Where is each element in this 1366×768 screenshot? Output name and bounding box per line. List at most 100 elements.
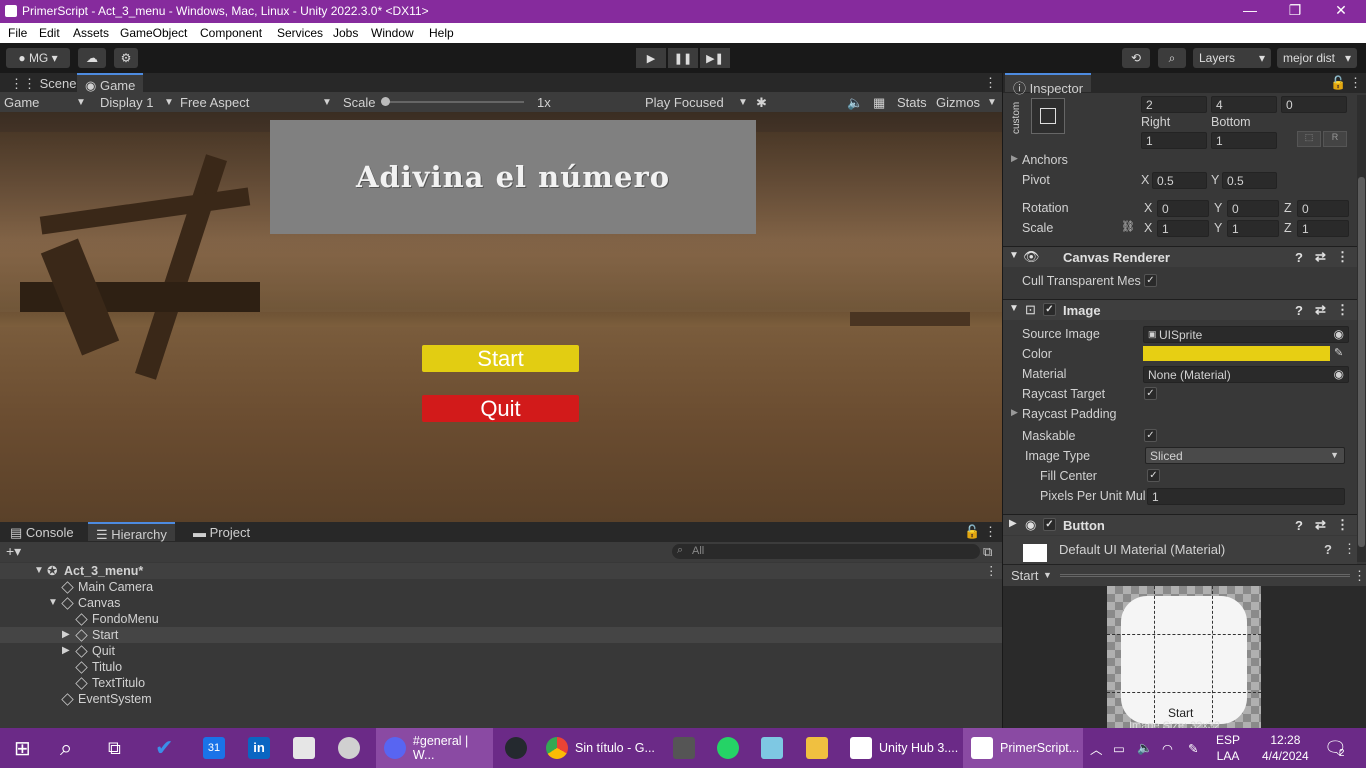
calculator-icon[interactable] bbox=[673, 728, 702, 768]
hierarchy-row[interactable]: Main Camera bbox=[0, 579, 1002, 595]
history-icon[interactable]: ⟲ bbox=[1122, 48, 1150, 68]
preview-drag-handle[interactable] bbox=[1060, 574, 1350, 577]
preset-icon[interactable]: ⇄ bbox=[1315, 302, 1326, 318]
rect-field-2[interactable]: 4 bbox=[1211, 96, 1277, 113]
minimize-icon[interactable]: — bbox=[1240, 2, 1260, 18]
expand-arrow-icon[interactable]: ▶ bbox=[62, 645, 70, 656]
tab-console[interactable]: ▤ Console bbox=[2, 522, 82, 541]
menu-window[interactable]: Window bbox=[371, 26, 414, 40]
game-mode-dropdown[interactable]: Game bbox=[4, 95, 39, 110]
pivot-y-field[interactable]: 0.5 bbox=[1222, 172, 1277, 189]
language-indicator[interactable]: ESP LAA bbox=[1216, 728, 1240, 768]
hierarchy-scene-row[interactable]: ▼ ✪ Act_3_menu* ⋮ bbox=[0, 563, 1002, 579]
tab-scene[interactable]: ⋮⋮ Scene bbox=[2, 73, 85, 92]
menu-services[interactable]: Services bbox=[277, 26, 323, 40]
foldout-arrow-icon[interactable]: ▶ bbox=[1011, 407, 1018, 418]
linkedin-icon[interactable]: in bbox=[248, 728, 277, 768]
panel-menu-icon[interactable]: ⋮ bbox=[984, 75, 997, 91]
notes-icon[interactable] bbox=[761, 728, 790, 768]
expand-arrow-icon[interactable]: ▶ bbox=[62, 629, 70, 640]
hierarchy-row[interactable]: ▶ Quit bbox=[0, 643, 1002, 659]
foldout-arrow-icon[interactable]: ▼ bbox=[1009, 250, 1019, 261]
scale-slider-thumb[interactable] bbox=[381, 97, 390, 106]
preset-icon[interactable]: ⇄ bbox=[1315, 517, 1326, 533]
menu-assets[interactable]: Assets bbox=[73, 26, 109, 40]
chevron-up-icon[interactable]: ︿ bbox=[1090, 728, 1103, 768]
image-enabled-checkbox[interactable]: ✓ bbox=[1043, 303, 1056, 316]
help-icon[interactable]: ? bbox=[1295, 250, 1303, 265]
foldout-arrow-icon[interactable]: ▶ bbox=[1009, 518, 1017, 529]
help-icon[interactable]: ? bbox=[1324, 542, 1332, 557]
hierarchy-search-input[interactable]: ⌕ All bbox=[672, 544, 980, 559]
task-view-icon[interactable]: ⧉ bbox=[108, 728, 121, 768]
cull-transparent-checkbox[interactable]: ✓ bbox=[1144, 274, 1157, 287]
button-header[interactable]: ▶ ◉ ✓ Button ? ⇄ ⋮ bbox=[1003, 514, 1357, 535]
play-button[interactable]: ▶ bbox=[636, 48, 666, 68]
link-icon[interactable]: ⛓ bbox=[1121, 220, 1135, 233]
pen-icon[interactable]: ✎ bbox=[1188, 728, 1198, 768]
component-menu-icon[interactable]: ⋮ bbox=[1336, 249, 1349, 265]
inspector-scrollbar[interactable] bbox=[1357, 95, 1366, 562]
maskable-checkbox[interactable]: ✓ bbox=[1144, 429, 1157, 442]
eyedropper-icon[interactable]: ✎ bbox=[1334, 346, 1343, 359]
scale-slider[interactable] bbox=[384, 101, 524, 103]
rotation-y-field[interactable]: 0 bbox=[1227, 200, 1279, 217]
blueprint-mode-button[interactable]: ⬚ bbox=[1297, 131, 1321, 147]
scale-z-field[interactable]: 1 bbox=[1297, 220, 1349, 237]
filter-icon[interactable]: ⧉ bbox=[983, 544, 992, 560]
image-type-dropdown[interactable]: Sliced ▼ bbox=[1145, 447, 1345, 464]
object-picker-icon[interactable]: ◉ bbox=[1334, 367, 1344, 381]
foldout-arrow-icon[interactable]: ▼ bbox=[1009, 303, 1019, 314]
notification-center-icon[interactable]: 🗨 2 bbox=[1324, 728, 1347, 768]
panel-divider[interactable] bbox=[1002, 73, 1003, 728]
gizmos-button[interactable]: Gizmos bbox=[936, 95, 980, 110]
clock[interactable]: 12:28 4/4/2024 bbox=[1262, 728, 1309, 768]
start-button[interactable]: Start bbox=[422, 345, 579, 372]
account-button[interactable]: ● MG ▾ bbox=[6, 48, 70, 68]
source-image-field[interactable]: ▣ UISprite ◉ bbox=[1143, 326, 1349, 343]
help-icon[interactable]: ? bbox=[1295, 518, 1303, 533]
audio-icon[interactable]: 🔈 bbox=[847, 95, 863, 111]
taskbar-app-discord[interactable]: #general | W... bbox=[376, 728, 493, 768]
rotation-x-field[interactable]: 0 bbox=[1157, 200, 1209, 217]
scale-x-field[interactable]: 1 bbox=[1157, 220, 1209, 237]
canvas-renderer-header[interactable]: ▼ 👁 Canvas Renderer ? ⇄ ⋮ bbox=[1003, 246, 1357, 267]
component-menu-icon[interactable]: ⋮ bbox=[1336, 517, 1349, 533]
scale-y-field[interactable]: 1 bbox=[1227, 220, 1279, 237]
wifi-icon[interactable]: ◠ bbox=[1162, 728, 1173, 768]
tab-inspector[interactable]: ⓘ Inspector bbox=[1005, 73, 1092, 96]
editor-app-icon[interactable] bbox=[293, 728, 322, 768]
component-menu-icon[interactable]: ⋮ bbox=[1343, 541, 1356, 557]
layout-dropdown[interactable]: mejor dist ▾ bbox=[1277, 48, 1357, 68]
quit-button[interactable]: Quit bbox=[422, 395, 579, 422]
aspect-dropdown[interactable]: Free Aspect bbox=[180, 95, 249, 110]
hierarchy-row[interactable]: EventSystem bbox=[0, 691, 1002, 707]
layers-dropdown[interactable]: Layers ▾ bbox=[1193, 48, 1271, 68]
raw-edit-button[interactable]: R bbox=[1323, 131, 1347, 147]
image-header[interactable]: ▼ ⊡ ✓ Image ? ⇄ ⋮ bbox=[1003, 299, 1357, 320]
menu-gameobject[interactable]: GameObject bbox=[120, 26, 187, 40]
tab-game[interactable]: ◉ Game bbox=[77, 73, 144, 93]
game-view[interactable]: Adivina el número Start Quit bbox=[0, 112, 1002, 522]
menu-component[interactable]: Component bbox=[200, 26, 262, 40]
paint-icon[interactable] bbox=[338, 728, 367, 768]
expand-arrow-icon[interactable]: ▼ bbox=[48, 597, 58, 608]
add-icon[interactable]: +▾ bbox=[6, 543, 21, 560]
tab-project[interactable]: ▬ Project bbox=[185, 522, 258, 541]
play-focus-dropdown[interactable]: Play Focused bbox=[645, 95, 724, 110]
taskbar-app-chrome[interactable]: Sin título - G... bbox=[546, 728, 666, 768]
file-explorer-icon[interactable] bbox=[806, 728, 835, 768]
raycast-padding-foldout[interactable]: Raycast Padding bbox=[1022, 407, 1117, 421]
github-icon[interactable] bbox=[505, 728, 534, 768]
hierarchy-row[interactable]: ▼ Canvas bbox=[0, 595, 1002, 611]
rotation-z-field[interactable]: 0 bbox=[1297, 200, 1349, 217]
display-dropdown[interactable]: Display 1 bbox=[100, 95, 153, 110]
material-field[interactable]: None (Material) ◉ bbox=[1143, 366, 1349, 383]
calendar-icon[interactable]: 31 bbox=[203, 728, 232, 768]
hierarchy-row[interactable]: TextTitulo bbox=[0, 675, 1002, 691]
fill-center-checkbox[interactable]: ✓ bbox=[1147, 469, 1160, 482]
help-icon[interactable]: ? bbox=[1295, 303, 1303, 318]
hierarchy-row-selected[interactable]: ▶ Start bbox=[0, 627, 1002, 643]
restore-icon[interactable]: ❐ bbox=[1285, 2, 1305, 19]
panel-menu-icon[interactable]: ⋮ bbox=[1349, 75, 1362, 91]
